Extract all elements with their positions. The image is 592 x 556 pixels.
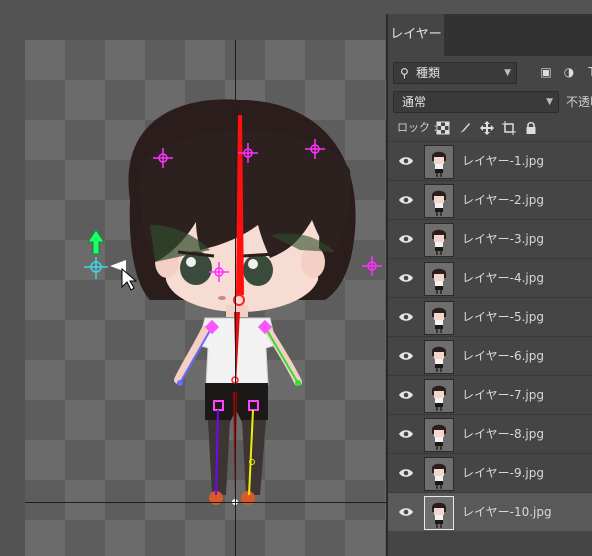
blend-mode-select[interactable]: 通常 ▼ [393, 91, 559, 113]
layer-name: レイヤー-4.jpg [462, 271, 544, 285]
layer-row-2[interactable]: レイヤー-2.jpg [388, 180, 592, 219]
lock-image-pixels-icon[interactable] [458, 121, 472, 135]
mouse-cursor-icon [121, 267, 138, 291]
layer-row-5[interactable]: レイヤー-5.jpg [388, 297, 592, 336]
layer-name: レイヤー-8.jpg [462, 427, 544, 441]
layer-name: レイヤー-5.jpg [462, 310, 544, 324]
layer-row-3[interactable]: レイヤー-3.jpg [388, 219, 592, 258]
transform-gizmo[interactable] [84, 229, 126, 279]
opacity-label: 不透明度 [566, 95, 592, 109]
layer-filter-row: ⚲ 種類 ▼ ▣ ◑ T [388, 62, 592, 84]
filter-kind-select[interactable]: ⚲ 種類 ▼ [393, 62, 517, 84]
canvas-area[interactable] [0, 0, 388, 556]
visibility-eye-icon[interactable] [399, 234, 413, 244]
layer-name: レイヤー-3.jpg [462, 232, 544, 246]
filter-kind-label: 種類 [416, 66, 441, 80]
adjustment-filter-icon[interactable]: ◑ [561, 64, 577, 80]
layer-row-8[interactable]: レイヤー-8.jpg [388, 414, 592, 453]
layer-row-1[interactable]: レイヤー-1.jpg [388, 141, 592, 180]
search-icon: ⚲ [400, 66, 409, 80]
layer-thumbnail [424, 262, 454, 296]
layer-name: レイヤー-1.jpg [462, 154, 544, 168]
layer-thumbnail [424, 379, 454, 413]
layer-thumbnail [424, 418, 454, 452]
layer-list: レイヤー-1.jpg レイヤー-2.jpg レイヤー-3.jpg レイヤー-4.… [388, 141, 592, 531]
layer-row-7[interactable]: レイヤー-7.jpg [388, 375, 592, 414]
layer-thumbnail [424, 184, 454, 218]
pin-5 [362, 256, 382, 276]
visibility-eye-icon[interactable] [399, 195, 413, 205]
guide-horizontal [25, 502, 388, 503]
chevron-down-icon: ▼ [504, 68, 511, 78]
layer-row-6[interactable]: レイヤー-6.jpg [388, 336, 592, 375]
layer-thumbnail [424, 457, 454, 491]
visibility-eye-icon[interactable] [399, 507, 413, 517]
type-filter-icon[interactable]: T [584, 64, 592, 80]
layer-row-4[interactable]: レイヤー-4.jpg [388, 258, 592, 297]
chevron-down-icon: ▼ [546, 97, 553, 107]
guide-vertical [235, 40, 236, 556]
tab-layers[interactable]: レイヤー [388, 14, 444, 56]
visibility-eye-icon[interactable] [399, 468, 413, 478]
layer-thumbnail [424, 496, 454, 530]
visibility-eye-icon[interactable] [399, 156, 413, 166]
layer-name: レイヤー-7.jpg [462, 388, 544, 402]
layer-row-9[interactable]: レイヤー-9.jpg [388, 453, 592, 492]
layer-name: レイヤー-2.jpg [462, 193, 544, 207]
visibility-eye-icon[interactable] [399, 390, 413, 400]
visibility-eye-icon[interactable] [399, 351, 413, 361]
layers-panel: レイヤー ⚲ 種類 ▼ ▣ ◑ T 通常 ▼ 不透明度 ロック : [386, 14, 592, 556]
lock-position-icon[interactable] [480, 121, 494, 135]
image-filter-icon[interactable]: ▣ [538, 64, 554, 80]
visibility-eye-icon[interactable] [399, 429, 413, 439]
lock-transparent-pixels-icon[interactable] [436, 121, 450, 135]
layer-thumbnail [424, 340, 454, 374]
layer-name: レイヤー-6.jpg [462, 349, 544, 363]
character-artwork[interactable] [0, 0, 388, 556]
layer-row-10[interactable]: レイヤー-10.jpg [388, 492, 592, 531]
lock-label: ロック : [397, 121, 438, 134]
blend-mode-value: 通常 [402, 95, 427, 109]
visibility-eye-icon[interactable] [399, 273, 413, 283]
panel-tabbar: レイヤー [388, 14, 592, 56]
blend-row: 通常 ▼ 不透明度 [388, 91, 592, 113]
layer-thumbnail [424, 145, 454, 179]
lock-artboard-icon[interactable] [502, 121, 516, 135]
layer-thumbnail [424, 223, 454, 257]
layer-name: レイヤー-9.jpg [462, 466, 544, 480]
visibility-eye-icon[interactable] [399, 312, 413, 322]
layer-name: レイヤー-10.jpg [462, 505, 552, 519]
lock-row: ロック : [388, 118, 592, 138]
lock-all-icon[interactable] [524, 121, 538, 135]
layer-thumbnail [424, 301, 454, 335]
